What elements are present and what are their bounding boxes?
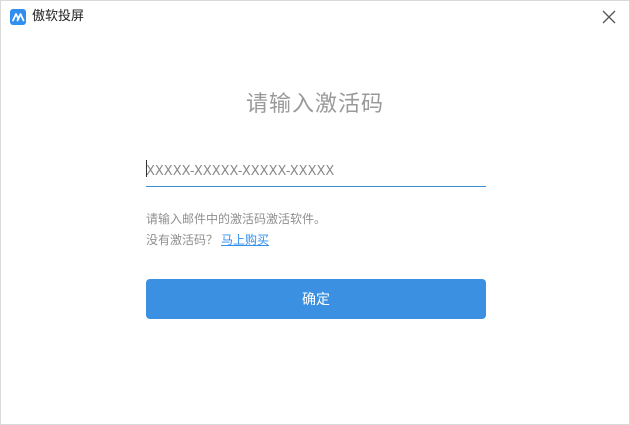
buy-now-link[interactable]: 马上购买 — [221, 233, 269, 247]
app-title: 傲软投屏 — [32, 9, 85, 24]
no-code-row: 没有激活码？ 马上购买 — [146, 231, 269, 249]
hint-text: 请输入邮件中的激活码激活软件。 — [146, 212, 327, 226]
close-button[interactable] — [599, 7, 619, 27]
page-title: 请输入激活码 — [245, 92, 384, 117]
title-bar: 傲软投屏 — [1, 1, 629, 33]
no-code-label: 没有激活码？ — [146, 233, 219, 247]
aowsoft-logo-icon — [10, 9, 26, 25]
activation-code-input[interactable] — [146, 157, 486, 187]
close-icon — [602, 10, 616, 24]
confirm-button[interactable]: 确定 — [146, 279, 486, 319]
text-caret — [146, 160, 147, 177]
activation-window: 傲软投屏 请输入激活码 请输入邮件中的激活码激活软件。 没有激活码？马上购买 确… — [0, 0, 630, 425]
